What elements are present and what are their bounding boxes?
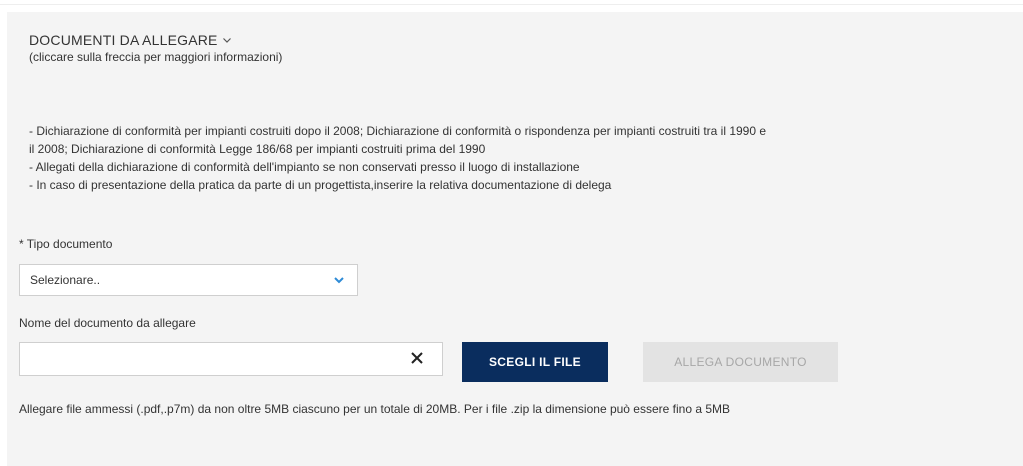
doc-name-input[interactable] bbox=[19, 342, 443, 376]
doc-name-label: Nome del documento da allegare bbox=[19, 316, 196, 330]
required-document-item: - In caso di presentazione della pratica… bbox=[29, 178, 612, 192]
attach-document-button[interactable]: ALLEGA DOCUMENTO bbox=[643, 342, 838, 382]
required-documents-list: - Dichiarazione di conformità per impian… bbox=[29, 122, 1023, 194]
choose-file-button[interactable]: SCEGLI IL FILE bbox=[462, 342, 608, 382]
doc-type-selected-value: Selezionare.. bbox=[30, 273, 101, 287]
close-icon[interactable] bbox=[410, 351, 424, 365]
documents-hint: (cliccare sulla freccia per maggiori inf… bbox=[29, 50, 283, 64]
file-size-note: Allegare file ammessi (.pdf,.p7m) da non… bbox=[19, 402, 731, 416]
chevron-down-icon bbox=[334, 277, 344, 284]
doc-type-label: * Tipo documento bbox=[19, 237, 113, 251]
required-document-item: - Dichiarazione di conformità per impian… bbox=[29, 124, 767, 138]
required-document-item: il 2008; Dichiarazione di conformità Leg… bbox=[29, 142, 486, 156]
required-document-item: - Allegati della dichiarazione di confor… bbox=[29, 160, 580, 174]
documents-section-title: DOCUMENTI DA ALLEGARE bbox=[29, 32, 218, 48]
documents-panel bbox=[7, 12, 1023, 466]
documents-section-toggle[interactable]: DOCUMENTI DA ALLEGARE bbox=[29, 32, 232, 48]
chevron-down-icon[interactable] bbox=[222, 35, 232, 45]
doc-type-select[interactable]: Selezionare.. bbox=[19, 264, 358, 296]
top-divider bbox=[0, 0, 1023, 5]
